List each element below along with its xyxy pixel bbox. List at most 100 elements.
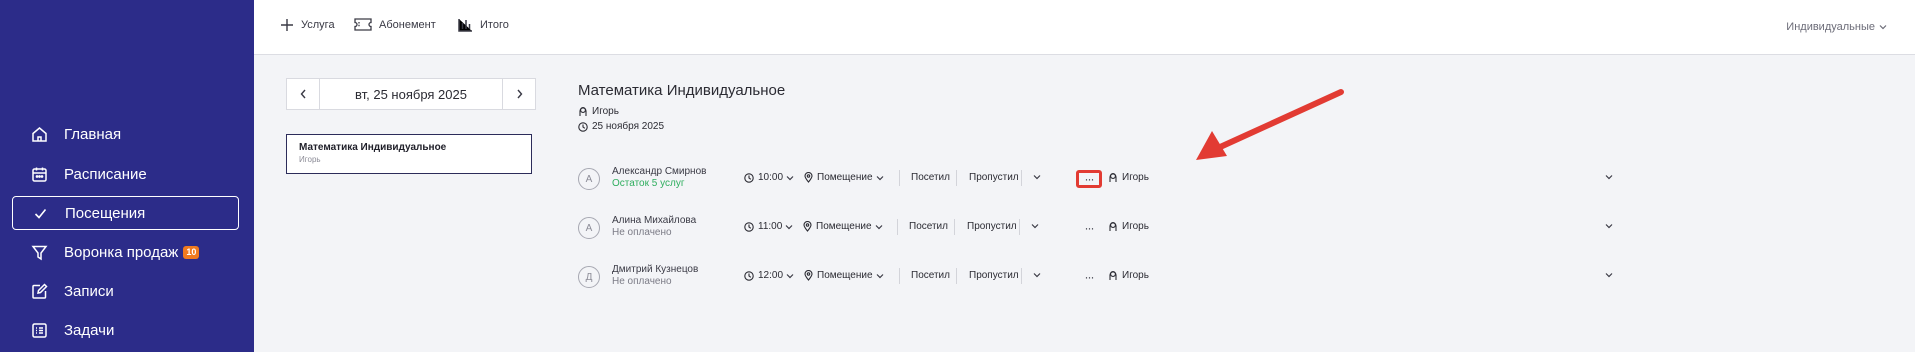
time-select[interactable]: 12:00 (744, 270, 794, 281)
client-status: Не оплачено (612, 227, 672, 238)
room-select[interactable]: Помещение (804, 270, 884, 281)
divider (899, 170, 900, 186)
funnel-icon (30, 243, 48, 261)
teacher-dropdown[interactable] (1605, 172, 1613, 183)
chevron-down-icon (876, 175, 883, 180)
chevron-down-icon (1033, 175, 1041, 180)
teacher-dropdown[interactable] (1605, 270, 1613, 281)
status-dropdown[interactable] (1033, 270, 1041, 281)
service-card[interactable]: Математика Индивидуальное Игорь (286, 134, 532, 174)
task-list-icon (30, 321, 48, 339)
chevron-down-icon (875, 224, 882, 229)
service-card-title: Математика Индивидуальное (299, 142, 447, 153)
divider (1021, 268, 1022, 284)
sidebar-item-label: Задачи (64, 321, 115, 339)
skipped-button[interactable]: Пропустил (969, 172, 1019, 183)
ticket-icon (354, 18, 372, 31)
client-name[interactable]: Александр Смирнов (612, 166, 706, 177)
time-select[interactable]: 10:00 (744, 172, 794, 183)
lesson-date: 25 ноября 2025 (578, 121, 664, 132)
divider (956, 268, 957, 284)
sidebar-item-sales-funnel[interactable]: Воронка продаж 10 (12, 235, 239, 269)
location-pin-icon (803, 221, 812, 232)
chevron-down-icon (1879, 25, 1887, 30)
sidebar-item-visits[interactable]: Посещения (12, 196, 239, 230)
skipped-button[interactable]: Пропустил (967, 221, 1017, 232)
divider (899, 268, 900, 284)
sidebar-item-home[interactable]: Главная (12, 117, 239, 151)
time-value: 11:00 (758, 221, 783, 232)
location-pin-icon (804, 172, 813, 183)
chevron-down-icon (876, 273, 883, 278)
client-row: Д Дмитрий Кузнецов Не оплачено 12:00 Пом… (578, 261, 1618, 295)
clock-icon (744, 221, 754, 232)
avatar: Д (578, 266, 600, 288)
lesson-teacher: Игорь (578, 106, 619, 117)
chevron-left-icon (300, 89, 306, 99)
chevron-down-icon (1605, 224, 1613, 229)
more-actions-button[interactable]: ··· (1076, 268, 1102, 286)
room-select[interactable]: Помещение (804, 172, 884, 183)
time-select[interactable]: 11:00 (744, 221, 793, 232)
add-subscription-label: Абонемент (379, 18, 436, 31)
add-service-button[interactable]: Услуга (280, 18, 335, 32)
chevron-down-icon (1031, 224, 1039, 229)
current-date[interactable]: вт, 25 ноября 2025 (320, 79, 502, 109)
count-badge: 10 (183, 245, 200, 259)
prev-day-button[interactable] (287, 79, 320, 109)
teacher-select[interactable]: Игорь (1108, 172, 1149, 183)
more-actions-button[interactable]: ··· (1076, 219, 1102, 237)
chevron-down-icon (1605, 175, 1613, 180)
add-subscription-button[interactable]: Абонемент (354, 18, 436, 31)
sidebar-item-label: Посещения (65, 204, 146, 222)
date-navigator: вт, 25 ноября 2025 (286, 78, 536, 110)
time-value: 10:00 (758, 172, 784, 183)
client-row: А Александр Смирнов Остаток 5 услуг 10:0… (578, 163, 1618, 197)
bar-chart-icon (458, 19, 472, 32)
room-value: Помещение (817, 172, 873, 183)
teacher-select[interactable]: Игорь (1108, 221, 1149, 232)
clock-icon (744, 270, 754, 281)
sidebar-item-label: Главная (64, 125, 122, 143)
sidebar-item-schedule[interactable]: Расписание (12, 157, 239, 191)
chevron-down-icon (786, 273, 794, 278)
room-select[interactable]: Помещение (803, 221, 883, 232)
lesson-title: Математика Индивидуальное (578, 82, 786, 99)
main-content: вт, 25 ноября 2025 Математика Индивидуал… (254, 55, 1915, 352)
sidebar-item-label: Записи (64, 282, 114, 300)
divider (954, 219, 955, 235)
chevron-down-icon (786, 175, 794, 180)
add-service-label: Услуга (301, 19, 335, 31)
teacher-name: Игорь (1122, 270, 1149, 281)
status-dropdown[interactable] (1031, 221, 1039, 232)
totals-button[interactable]: Итого (458, 18, 509, 32)
skipped-button[interactable]: Пропустил (969, 270, 1019, 281)
visited-button[interactable]: Посетил (909, 221, 948, 232)
sidebar: Главная Расписание Посещения Воронка про… (0, 0, 254, 352)
totals-label: Итого (480, 19, 509, 31)
time-value: 12:00 (758, 270, 784, 281)
filter-select[interactable]: Индивидуальные (1786, 21, 1887, 33)
next-day-button[interactable] (502, 79, 535, 109)
teacher-select[interactable]: Игорь (1108, 270, 1149, 281)
top-toolbar: Услуга Абонемент Итого Индивидуальные (254, 0, 1915, 55)
client-name[interactable]: Алина Михайлова (612, 215, 696, 226)
check-icon (31, 204, 49, 222)
teacher-name: Игорь (1122, 172, 1149, 183)
sidebar-item-records[interactable]: Записи (12, 274, 239, 308)
chevron-down-icon (785, 224, 793, 229)
status-dropdown[interactable] (1033, 172, 1041, 183)
clock-icon (744, 172, 754, 183)
visited-button[interactable]: Посетил (911, 172, 950, 183)
edit-icon (30, 282, 48, 300)
visited-button[interactable]: Посетил (911, 270, 950, 281)
teacher-dropdown[interactable] (1605, 221, 1613, 232)
plus-icon (281, 19, 293, 31)
chevron-down-icon (1033, 273, 1041, 278)
client-name[interactable]: Дмитрий Кузнецов (612, 264, 698, 275)
lesson-date-text: 25 ноября 2025 (592, 121, 665, 132)
sidebar-item-tasks[interactable]: Задачи (12, 313, 239, 347)
divider (956, 170, 957, 186)
teacher-icon (1109, 173, 1117, 182)
more-actions-button[interactable]: ··· (1076, 170, 1102, 188)
